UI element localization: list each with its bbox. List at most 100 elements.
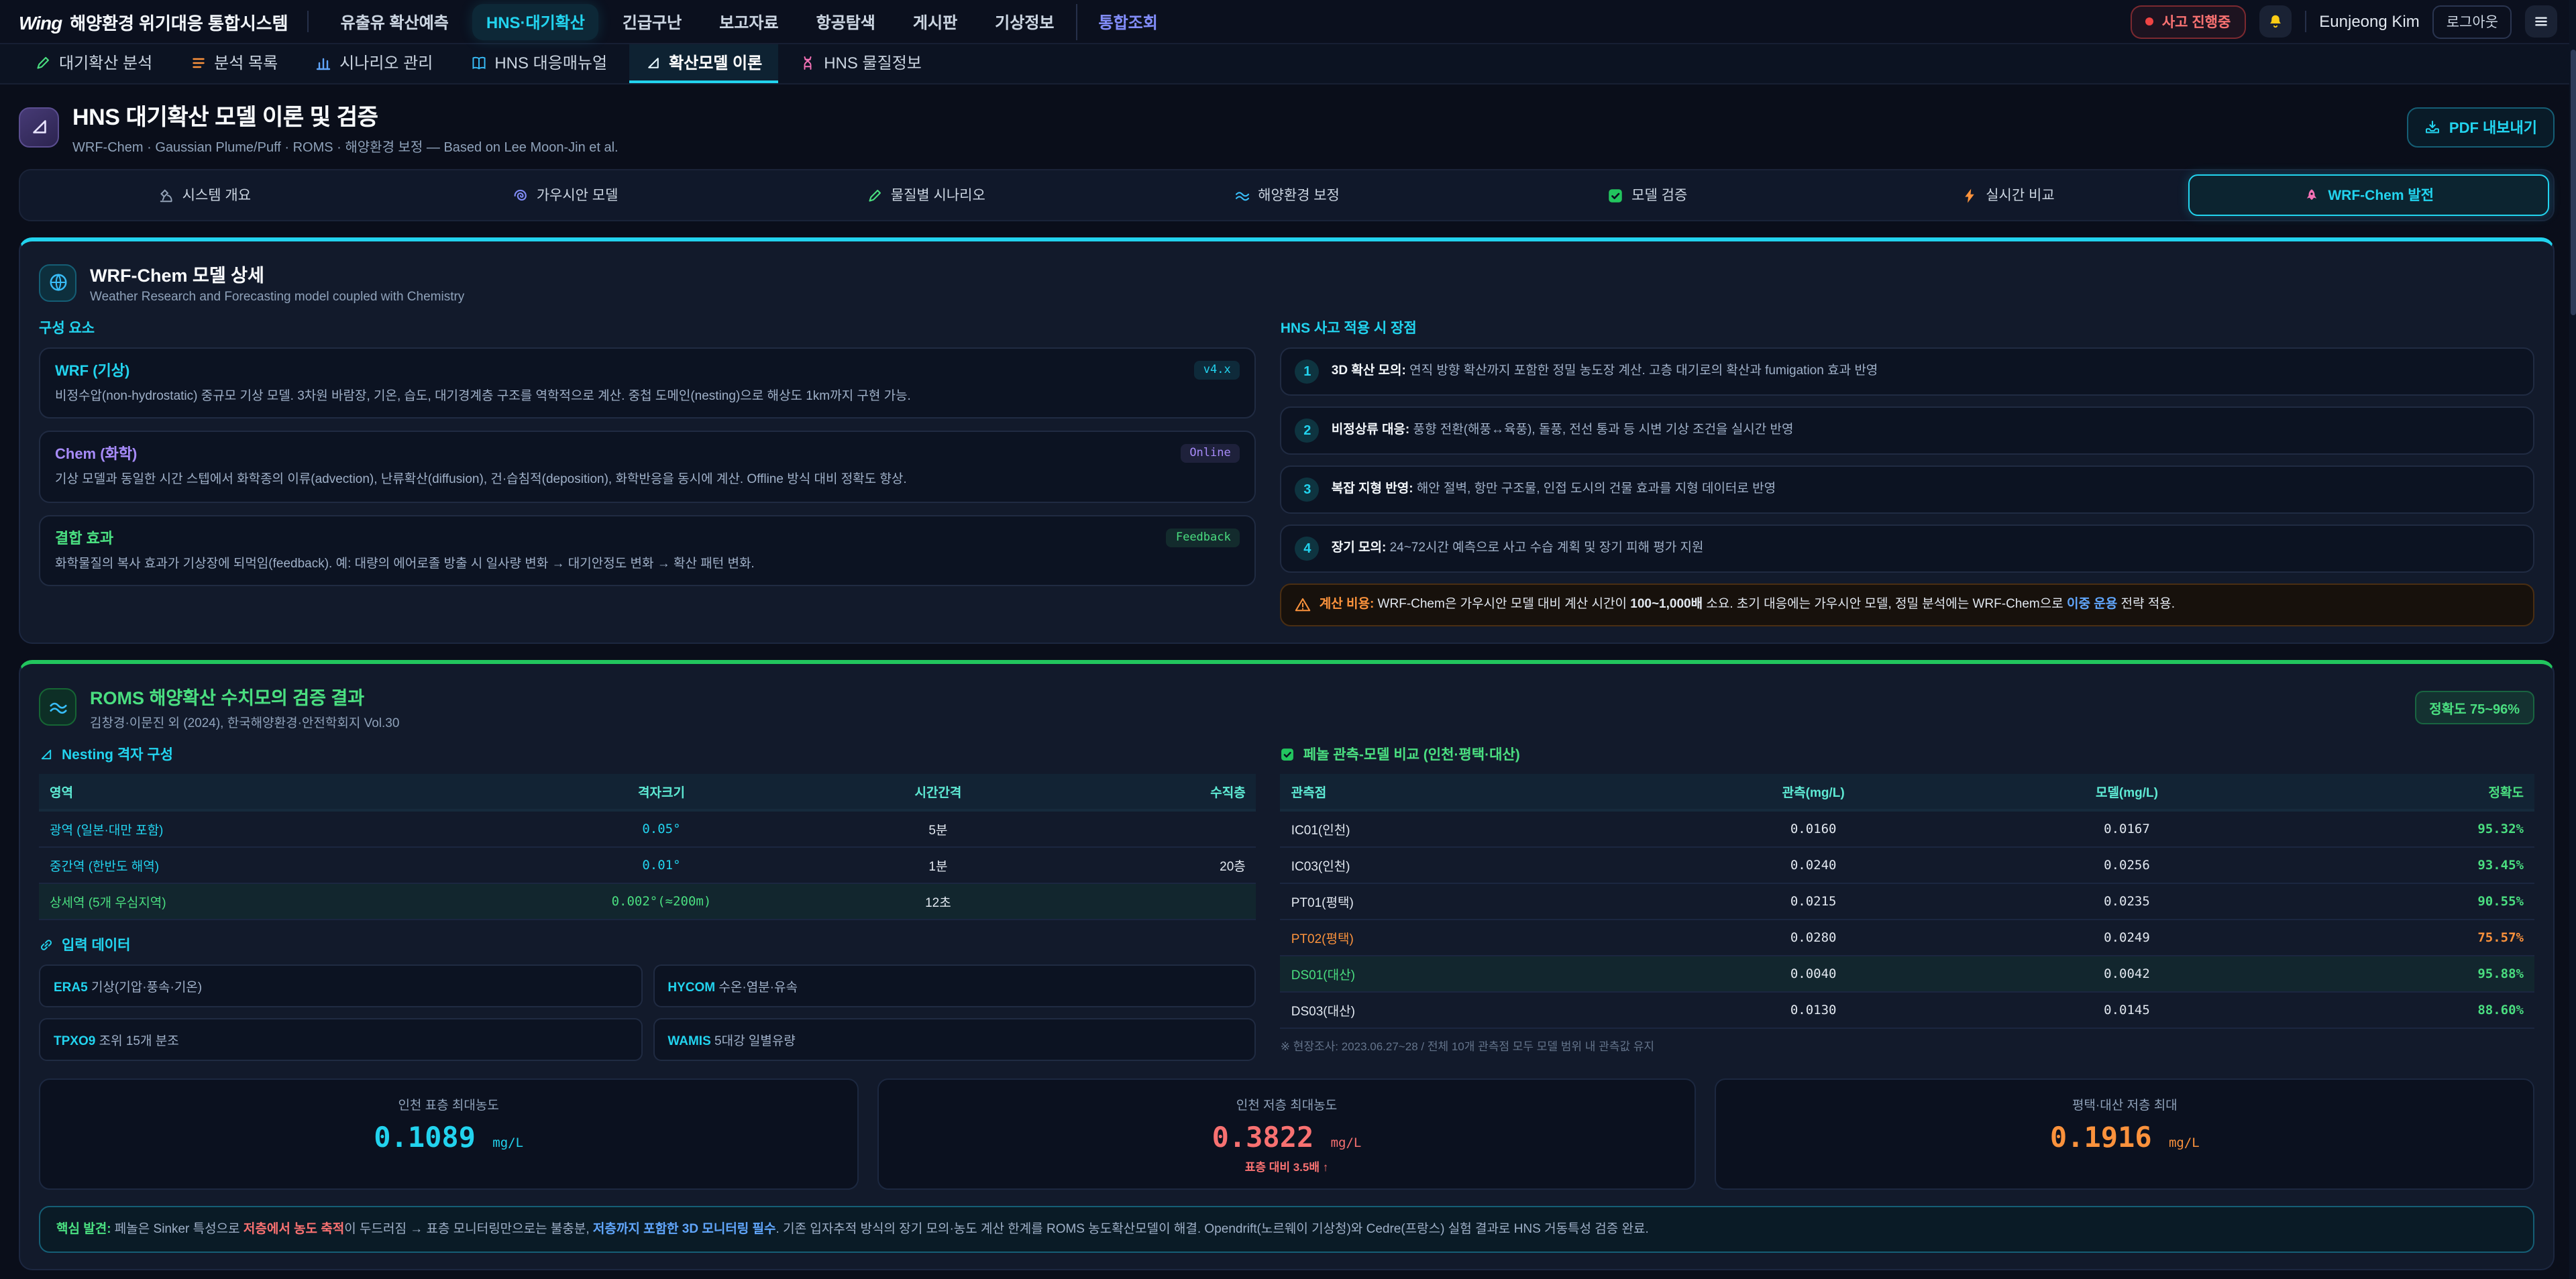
page-scrollbar-thumb[interactable] [2570,50,2575,315]
top-nav-item[interactable]: 게시판 [900,3,971,40]
stat-sub-note: 표층 대비 3.5배 ↑ [892,1160,1681,1176]
logout-button[interactable]: 로그아웃 [2433,5,2512,38]
component-name: WRF (기상) [55,359,129,381]
section-tab-label: 물질별 시나리오 [891,185,985,205]
comparison-table-row: IC03(인천) 0.0240 0.0256 93.45% [1281,848,2534,885]
model-value: 0.0235 [1970,887,2284,917]
top-nav-item-label: 보고자료 [719,13,778,32]
notifications-button[interactable] [2259,5,2291,38]
input-data-heading: 입력 데이터 [39,936,1256,956]
advantage-number: 4 [1295,537,1320,561]
wrf-chem-card-subtitle: Weather Research and Forecasting model c… [90,290,464,304]
top-nav-item[interactable]: 기상정보 [981,3,1067,40]
subnav-item[interactable]: 시나리오 관리 [299,44,449,83]
subnav-item[interactable]: HNS 대응매뉴얼 [454,44,623,83]
hamburger-menu-button[interactable] [2525,5,2557,38]
nesting-heading: Nesting 격자 구성 [39,745,1256,765]
top-nav-item-integrated-search[interactable]: 통합조회 [1076,3,1171,40]
section-tab-label: 해양환경 보정 [1258,185,1340,205]
roms-icon-box [39,689,76,726]
station-id: IC01(인천) [1281,812,1657,847]
pdf-export-button[interactable]: PDF 내보내기 [2408,107,2555,147]
warning-icon [1295,597,1311,613]
input-source-key: WAMIS [667,1035,710,1050]
stat-unit: mg/L [2169,1137,2200,1152]
component-description: 화학물질의 복사 효과가 기상장에 되먹임(feedback). 예: 대량의 … [55,555,1240,574]
section-tab[interactable]: 해양환경 보정 [1106,174,1467,216]
subnav-item[interactable]: HNS 물질정보 [784,44,938,83]
wrf-chem-card-title: WRF-Chem 모델 상세 [90,260,464,287]
bell-icon [2267,13,2283,30]
model-value: 0.0042 [1970,959,2284,990]
stat-card: 인천 저층 최대농도 0.3822 mg/L 표층 대비 3.5배 ↑ [877,1079,1696,1190]
model-component-card: 결합 효과 Feedback 화학물질의 복사 효과가 기상장에 되먹임(fee… [39,514,1256,586]
input-source-key: ERA5 [54,981,88,996]
subnav-item-label: 확산모델 이론 [669,51,762,74]
nesting-area: 광역 (일본·대만 포함) [39,812,509,847]
user-name: Eunjeong Kim [2319,12,2419,31]
observed-value: 0.0215 [1657,887,1970,917]
microscope-icon [158,187,174,203]
top-nav-item-label: 게시판 [913,13,957,32]
observed-value: 0.0240 [1657,850,1970,881]
check-icon [1281,748,1295,763]
accuracy-value: 75.57% [2284,923,2534,954]
subnav-item[interactable]: 확산모델 이론 [629,44,778,83]
section-tab-label: 가우시안 모델 [537,185,619,205]
tray-icon [2425,119,2441,135]
section-tab[interactable]: 가우시안 모델 [385,174,746,216]
stat-value: 0.3822 [1212,1122,1314,1154]
setsquare-icon [645,54,661,70]
top-nav-item[interactable]: 항공탐색 [803,3,889,40]
section-tab[interactable]: WRF-Chem 발전 [2188,174,2549,216]
page-header: HNS 대기확산 모델 이론 및 검증 WRF-Chem · Gaussian … [19,98,2555,156]
topnav-separator [2304,11,2306,32]
comparison-table-row: PT01(평택) 0.0215 0.0235 90.55% [1281,885,2534,921]
component-name: 결합 효과 [55,526,113,548]
incident-in-progress-badge[interactable]: 사고 진행중 [2131,5,2245,38]
app-root: Wing 해양환경 위기대응 통합시스템 유출유 확산예측 HNS·대기확산 긴… [0,0,2576,1279]
brand-logo-text: Wing [19,11,62,33]
model-component-card: Chem (화학) Online 기상 모델과 동일한 시간 스텝에서 화학종의… [39,431,1256,503]
page-subtitle: WRF-Chem · Gaussian Plume/Puff · ROMS · … [72,135,619,156]
section-tab[interactable]: 물질별 시나리오 [745,174,1106,216]
top-nav-item[interactable]: 보고자료 [706,3,792,40]
top-nav-item-label: 유출유 확산예측 [341,13,449,32]
dna-icon [800,54,816,70]
top-nav-item[interactable]: HNS·대기확산 [473,3,598,40]
top-nav-item[interactable]: 유출유 확산예측 [327,3,462,40]
spiral-icon [513,187,529,203]
page-content: HNS 대기확산 모델 이론 및 검증 WRF-Chem · Gaussian … [0,85,2576,1279]
section-tab[interactable]: 실시간 비교 [1828,174,2189,216]
component-badge: Online [1180,445,1240,463]
advantage-title: 복잡 지형 반영: [1332,482,1413,496]
components-list: WRF (기상) v4.x 비정수압(non-hydrostatic) 중규모 … [39,347,1256,586]
nesting-grid-size: 0.05° [509,814,814,845]
section-tab[interactable]: 모델 검증 [1467,174,1828,216]
top-nav-item[interactable]: 긴급구난 [609,3,695,40]
stat-value: 0.1089 [374,1122,476,1154]
survey-footnote: ※ 현장조사: 2023.06.27~28 / 전체 10개 관측점 모두 모델… [1281,1039,2534,1055]
section-tab-label: 시스템 개요 [182,185,251,205]
roms-card-header: ROMS 해양확산 수치모의 검증 결과 김창경·이문진 외 (2024), 한… [39,683,2534,732]
check-icon [1607,187,1623,203]
subnav-item[interactable]: 대기확산 분석 [19,44,168,83]
subnav-item[interactable]: 분석 목록 [174,44,294,83]
bolt-icon [1962,187,1978,203]
app-title: 해양환경 위기대응 통합시스템 [70,9,288,34]
link-icon [39,938,54,953]
incident-dot-icon [2146,17,2154,25]
top-nav-item-label: 항공탐색 [816,13,875,32]
top-nav-item-label: 기상정보 [995,13,1054,32]
advantage-item: 2 비정상류 대응: 풍향 전환(해풍↔육풍), 돌풍, 전선 통과 등 시변 … [1281,406,2534,455]
components-heading: 구성 요소 [39,318,1256,338]
top-nav-items: 유출유 확산예측 HNS·대기확산 긴급구난 보고자료 항공탐색 게시판 기상정… [327,3,1068,40]
wave-icon [48,698,68,718]
page-header-icon-box [19,107,59,147]
component-name: Chem (화학) [55,443,137,465]
input-source-key: TPXO9 [54,1035,95,1050]
nav-divider [307,11,309,32]
app-logo[interactable]: Wing 해양환경 위기대응 통합시스템 [19,9,288,34]
page-scrollbar-track[interactable] [2569,0,2576,1279]
section-tab[interactable]: 시스템 개요 [24,174,385,216]
